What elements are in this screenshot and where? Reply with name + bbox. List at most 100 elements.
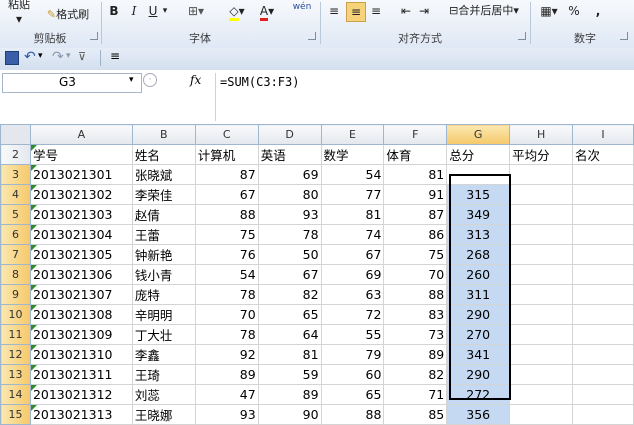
cell[interactable]: [509, 364, 574, 385]
undo-dropdown-icon[interactable]: ▾: [38, 51, 43, 61]
row-header[interactable]: 6: [0, 224, 31, 245]
cell[interactable]: 89: [257, 384, 322, 405]
cell[interactable]: 272: [446, 384, 511, 405]
cell[interactable]: 80: [257, 184, 322, 205]
cell[interactable]: 93: [257, 204, 322, 225]
merge-center-button[interactable]: ⊟合并后居中▾: [442, 2, 526, 20]
cell[interactable]: [572, 204, 634, 225]
column-header-h[interactable]: H: [509, 124, 574, 145]
cell[interactable]: 78: [257, 224, 322, 245]
cell[interactable]: [509, 244, 574, 265]
cell[interactable]: 82: [383, 364, 448, 385]
redo-icon[interactable]: ↷: [52, 49, 64, 65]
worksheet-grid[interactable]: A B C D E F G H I 2 学号 姓名 计算机 英语 数学 体育 总分 平均分 名次 3…: [0, 124, 634, 425]
cell[interactable]: [572, 184, 634, 205]
cell[interactable]: [572, 164, 634, 185]
redo-dropdown-icon[interactable]: ▾: [66, 51, 71, 61]
cell[interactable]: 78: [194, 324, 259, 345]
cell[interactable]: 65: [257, 304, 322, 325]
formula-bar-splitter-icon[interactable]: ·: [143, 73, 157, 87]
cell[interactable]: 平均分: [509, 144, 574, 165]
underline-dropdown-icon[interactable]: ▾: [160, 2, 170, 20]
cell[interactable]: 70: [194, 304, 259, 325]
cell[interactable]: [509, 284, 574, 305]
cell[interactable]: 356: [446, 404, 511, 425]
cell[interactable]: 47: [194, 384, 259, 405]
cell[interactable]: 李荣佳: [131, 184, 196, 205]
comma-button[interactable]: ,: [590, 2, 606, 20]
undo-icon[interactable]: ↶: [24, 49, 36, 65]
cell[interactable]: 81: [320, 204, 385, 225]
cell[interactable]: 总分: [446, 144, 511, 165]
cell[interactable]: [572, 264, 634, 285]
cell[interactable]: 88: [320, 404, 385, 425]
paste-dropdown-icon[interactable]: ▾: [14, 10, 24, 28]
cell[interactable]: 2013021304: [29, 224, 133, 245]
cell[interactable]: 88: [383, 284, 448, 305]
percent-button[interactable]: %: [566, 2, 582, 20]
phonetic-button[interactable]: wén: [288, 2, 316, 20]
cell[interactable]: 50: [257, 244, 322, 265]
cell[interactable]: 钱小青: [131, 264, 196, 285]
cell[interactable]: 290: [446, 304, 511, 325]
cell[interactable]: 290: [446, 364, 511, 385]
name-box-dropdown-icon[interactable]: ▾: [129, 75, 134, 85]
cell[interactable]: 69: [320, 264, 385, 285]
bold-button[interactable]: B: [106, 2, 122, 20]
cell[interactable]: 268: [446, 244, 511, 265]
cell[interactable]: 315: [446, 184, 511, 205]
cell[interactable]: 2013021311: [29, 364, 133, 385]
sort-icon[interactable]: ⊽: [78, 50, 86, 63]
cell[interactable]: [509, 184, 574, 205]
cell[interactable]: 70: [383, 264, 448, 285]
cell[interactable]: 63: [320, 284, 385, 305]
row-header[interactable]: 2: [0, 144, 31, 165]
decrease-indent-icon[interactable]: ⇤: [398, 2, 414, 20]
cell[interactable]: 75: [383, 244, 448, 265]
column-header-g[interactable]: G: [446, 124, 511, 145]
cell[interactable]: [509, 404, 574, 425]
cell[interactable]: 69: [257, 164, 322, 185]
cell[interactable]: 89: [383, 344, 448, 365]
select-all-corner[interactable]: [0, 124, 31, 145]
cell[interactable]: 79: [320, 344, 385, 365]
cell[interactable]: 75: [194, 224, 259, 245]
cell[interactable]: 2013021306: [29, 264, 133, 285]
cell[interactable]: 89: [194, 364, 259, 385]
cell[interactable]: 名次: [572, 144, 634, 165]
cell[interactable]: 349: [446, 204, 511, 225]
cell[interactable]: 78: [194, 284, 259, 305]
cell[interactable]: 2013021308: [29, 304, 133, 325]
cell[interactable]: [509, 224, 574, 245]
number-launcher-icon[interactable]: [620, 32, 628, 40]
cell[interactable]: 王琦: [131, 364, 196, 385]
column-header-a[interactable]: A: [29, 124, 133, 145]
cell[interactable]: [572, 224, 634, 245]
column-header-f[interactable]: F: [383, 124, 448, 145]
clipboard-launcher-icon[interactable]: [90, 32, 98, 40]
cell[interactable]: 刘蕊: [131, 384, 196, 405]
cell[interactable]: [572, 364, 634, 385]
cell[interactable]: [572, 324, 634, 345]
cell[interactable]: 88: [194, 204, 259, 225]
cell[interactable]: 张晓斌: [131, 164, 196, 185]
cell[interactable]: [509, 324, 574, 345]
cell[interactable]: 体育: [383, 144, 448, 165]
cell[interactable]: 77: [320, 184, 385, 205]
cell[interactable]: 丁大壮: [131, 324, 196, 345]
cell[interactable]: 91: [383, 184, 448, 205]
cell[interactable]: 92: [194, 344, 259, 365]
row-header[interactable]: 13: [0, 364, 31, 385]
cell[interactable]: 2013021301: [29, 164, 133, 185]
cell[interactable]: 辛明明: [131, 304, 196, 325]
cell[interactable]: 赵倩: [131, 204, 196, 225]
column-header-e[interactable]: E: [320, 124, 385, 145]
cell[interactable]: [572, 344, 634, 365]
column-header-i[interactable]: I: [572, 124, 634, 145]
cell[interactable]: [572, 244, 634, 265]
cell[interactable]: [509, 344, 574, 365]
cell[interactable]: 72: [320, 304, 385, 325]
align-left-icon[interactable]: ≡: [326, 2, 342, 20]
cell[interactable]: 67: [194, 184, 259, 205]
cell[interactable]: 54: [320, 164, 385, 185]
